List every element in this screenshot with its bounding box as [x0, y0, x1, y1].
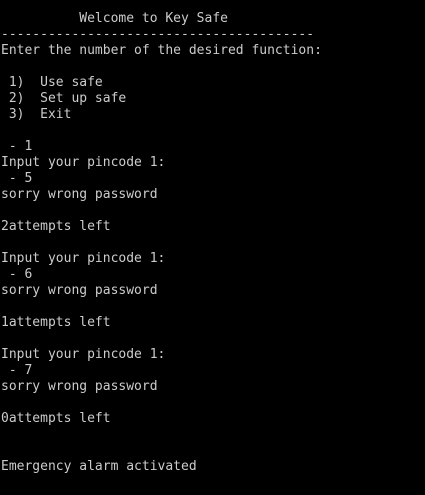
- menu-option-set-up-safe: 2) Set up safe: [1, 91, 127, 106]
- console-output: Welcome to Key Safe --------------------…: [0, 0, 425, 495]
- pincode-prompt-line: Input your pincode 1:: [1, 347, 166, 362]
- wrong-password-line: sorry wrong password: [1, 379, 158, 394]
- menu-prompt-line: Enter the number of the desired function…: [1, 43, 322, 58]
- title-line: Welcome to Key Safe: [1, 11, 228, 26]
- menu-option-use-safe: 1) Use safe: [1, 75, 103, 90]
- wrong-password-line: sorry wrong password: [1, 283, 158, 298]
- pincode-prompt-line: Input your pincode 1:: [1, 155, 166, 170]
- attempts-left-line: 1attempts left: [1, 315, 111, 330]
- user-choice-line: - 1: [1, 139, 33, 154]
- wrong-password-line: sorry wrong password: [1, 187, 158, 202]
- alarm-message-line: Emergency alarm activated: [1, 459, 197, 474]
- pincode-entry-line: - 5: [1, 171, 33, 186]
- pincode-entry-line: - 6: [1, 267, 33, 282]
- pincode-prompt-line: Input your pincode 1:: [1, 251, 166, 266]
- pincode-entry-line: - 7: [1, 363, 33, 378]
- separator-line: ----------------------------------------: [1, 27, 315, 42]
- menu-option-exit: 3) Exit: [1, 107, 72, 122]
- attempts-left-line: 0attempts left: [1, 411, 111, 426]
- attempts-left-line: 2attempts left: [1, 219, 111, 234]
